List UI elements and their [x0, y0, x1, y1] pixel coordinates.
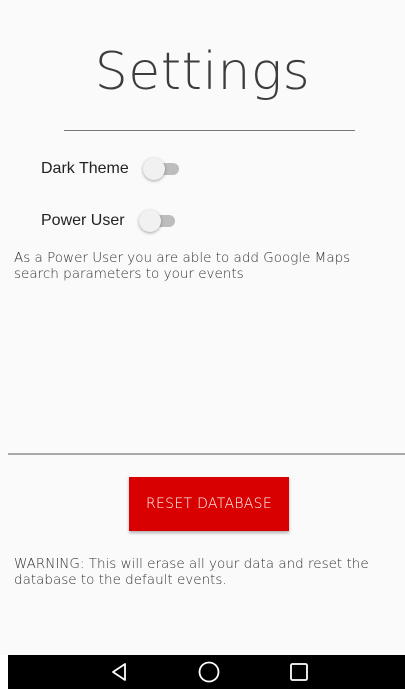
reset-database-button[interactable]: RESET DATABASE	[129, 477, 289, 531]
back-button[interactable]	[100, 655, 140, 689]
recents-button[interactable]	[279, 655, 319, 689]
dark-theme-toggle[interactable]	[142, 157, 179, 181]
recents-icon	[290, 663, 308, 681]
power-user-description: As a Power User you are able to add Goog…	[14, 250, 351, 282]
settings-screen: Settings Dark Theme Power User As a Powe…	[0, 0, 405, 689]
page-title: Settings	[94, 42, 311, 102]
home-icon	[198, 661, 220, 683]
dark-theme-row: Dark Theme	[41, 157, 179, 181]
power-user-toggle[interactable]	[138, 209, 175, 233]
reset-warning-text: WARNING: This will erase all your data a…	[14, 556, 369, 588]
dark-theme-label: Dark Theme	[41, 160, 129, 177]
toggle-thumb	[142, 158, 165, 180]
title-divider	[64, 130, 355, 131]
home-button[interactable]	[189, 655, 229, 689]
content-area: Settings Dark Theme Power User As a Powe…	[0, 0, 405, 655]
section-divider	[8, 453, 405, 455]
toggle-thumb	[138, 210, 161, 232]
back-icon	[112, 663, 126, 681]
power-user-label: Power User	[41, 212, 125, 229]
power-user-row: Power User	[41, 209, 175, 233]
navigation-bar	[8, 655, 405, 689]
